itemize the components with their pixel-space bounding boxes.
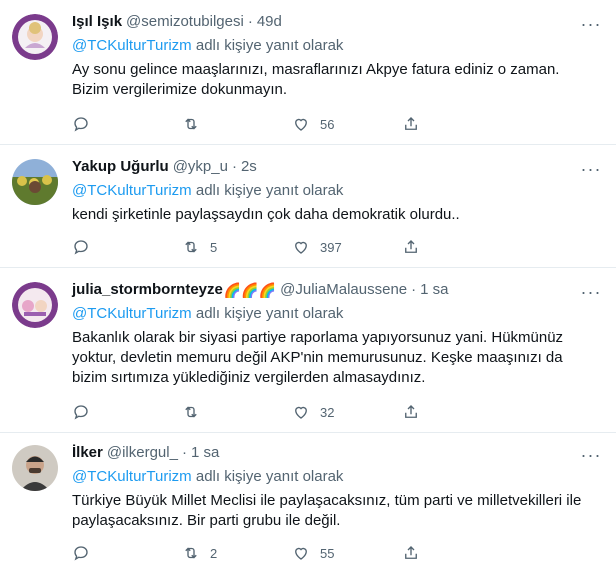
action-bar: 56 <box>72 114 512 134</box>
separator-dot: · <box>181 444 187 461</box>
reply-context: @TCKulturTurizm adlı kişiye yanıt olarak <box>72 36 598 56</box>
tweet[interactable]: ··· Yakup Uğurlu @ykp_u · 2s @TCKulturTu… <box>0 145 616 268</box>
display-name[interactable]: julia_stormbornteyze <box>72 280 223 300</box>
display-name[interactable]: Işıl Işık <box>72 12 122 32</box>
tweet[interactable]: ··· İlker @ilkergul_ · 1 sa @TCKulturTur… <box>0 433 616 567</box>
separator-dot: · <box>411 281 417 298</box>
tweet-text: kendi şirketinle paylaşsaydın çok daha d… <box>72 206 460 223</box>
reply-button[interactable] <box>72 402 182 422</box>
display-name[interactable]: Yakup Uğurlu <box>72 157 169 177</box>
retweet-icon <box>185 547 197 559</box>
share-icon <box>405 546 417 559</box>
like-icon <box>295 241 307 254</box>
like-count: 55 <box>320 545 335 561</box>
action-bar: 32 <box>72 402 512 422</box>
like-count: 56 <box>320 116 335 132</box>
reply-timeline: · · · Işıl Işık @semizotubilgesi · 49d @TC… <box>0 0 616 567</box>
share-button[interactable] <box>402 237 512 257</box>
share-button[interactable] <box>402 543 512 563</box>
action-bar: 5 397 <box>72 237 512 257</box>
reply-context: @TCKulturTurizm adlı kişiye yanıt olarak <box>72 467 598 487</box>
share-button[interactable] <box>402 402 512 422</box>
tweet-text: Ay sonu gelince maaşlarınızı, masrafları… <box>72 61 560 98</box>
reply-context: @TCKulturTurizm adlı kişiye yanıt olarak <box>72 181 598 201</box>
tweet-header: İlker @ilkergul_ · 1 sa <box>72 443 598 463</box>
tweet-text: Bakanlık olarak bir siyasi partiye rapor… <box>72 329 564 386</box>
like-count: 397 <box>320 239 342 255</box>
tweet[interactable]: ··· julia_stormbornteyze 🌈🌈🌈 @JuliaMalau… <box>0 268 616 433</box>
tweet-time[interactable]: 49d <box>257 12 282 32</box>
reply-context-label: adlı kişiye yanıt olarak <box>191 37 344 54</box>
tweet-header: Yakup Uğurlu @ykp_u · 2s <box>72 157 598 177</box>
mention-link[interactable]: @TCKulturTurizm <box>72 37 192 54</box>
mention-link[interactable]: @TCKulturTurizm <box>72 182 192 199</box>
share-icon <box>405 117 417 130</box>
reply-button[interactable] <box>72 237 182 257</box>
tweet-header: Işıl Işık @semizotubilgesi · 49d <box>72 12 598 32</box>
reply-context-label: adlı kişiye yanıt olarak <box>191 182 344 199</box>
reply-context-label: adlı kişiye yanıt olarak <box>191 468 344 485</box>
like-icon <box>295 406 307 419</box>
like-icon <box>295 118 307 131</box>
reply-icon <box>74 546 88 561</box>
retweet-icon <box>185 241 197 253</box>
tweet-time[interactable]: 1 sa <box>191 443 219 463</box>
retweet-button[interactable] <box>182 402 292 422</box>
reply-button[interactable] <box>72 543 182 563</box>
retweet-button[interactable] <box>182 114 292 134</box>
reply-icon <box>74 405 88 420</box>
rainbow-emoji: 🌈🌈🌈 <box>223 282 277 298</box>
like-button[interactable]: 55 <box>292 543 402 563</box>
avatar[interactable] <box>12 14 58 60</box>
display-name[interactable]: İlker <box>72 443 103 463</box>
retweet-icon <box>185 406 197 418</box>
tweet-header: julia_stormbornteyze 🌈🌈🌈 @JuliaMalaussen… <box>72 280 598 300</box>
retweet-count: 5 <box>210 239 218 255</box>
retweet-icon <box>185 118 197 130</box>
like-icon <box>295 547 307 560</box>
share-button[interactable] <box>402 114 512 134</box>
share-icon <box>405 405 417 418</box>
user-handle[interactable]: @JuliaMalaussene <box>280 280 407 300</box>
reply-context-label: adlı kişiye yanıt olarak <box>191 305 344 322</box>
action-bar: 2 55 <box>72 543 512 563</box>
reply-context: @TCKulturTurizm adlı kişiye yanıt olarak <box>72 304 598 324</box>
avatar[interactable] <box>12 159 58 205</box>
tweet-text: Türkiye Büyük Millet Meclisi ile paylaşa… <box>72 492 582 529</box>
reply-button[interactable] <box>72 114 182 134</box>
tweet[interactable]: ··· Işıl Işık @semizotubilgesi · 49d @TC… <box>0 0 616 145</box>
user-handle[interactable]: @ilkergul_ <box>107 443 178 463</box>
retweet-button[interactable]: 2 <box>182 543 292 563</box>
separator-dot: · <box>247 13 253 30</box>
avatar[interactable] <box>12 445 58 491</box>
reply-icon <box>74 117 88 132</box>
like-count: 32 <box>320 404 335 420</box>
like-button[interactable]: 397 <box>292 237 402 257</box>
like-button[interactable]: 32 <box>292 402 402 422</box>
retweet-count: 2 <box>210 545 218 561</box>
mention-link[interactable]: @TCKulturTurizm <box>72 468 192 485</box>
user-handle[interactable]: @semizotubilgesi <box>126 12 244 32</box>
share-icon <box>405 240 417 253</box>
tweet-time[interactable]: 1 sa <box>420 280 448 300</box>
retweet-button[interactable]: 5 <box>182 237 292 257</box>
tweet-time[interactable]: 2s <box>241 157 257 177</box>
separator-dot: · <box>231 158 237 175</box>
like-button[interactable]: 56 <box>292 114 402 134</box>
reply-icon <box>74 240 88 255</box>
avatar[interactable] <box>12 282 58 328</box>
mention-link[interactable]: @TCKulturTurizm <box>72 305 192 322</box>
user-handle[interactable]: @ykp_u <box>173 157 228 177</box>
